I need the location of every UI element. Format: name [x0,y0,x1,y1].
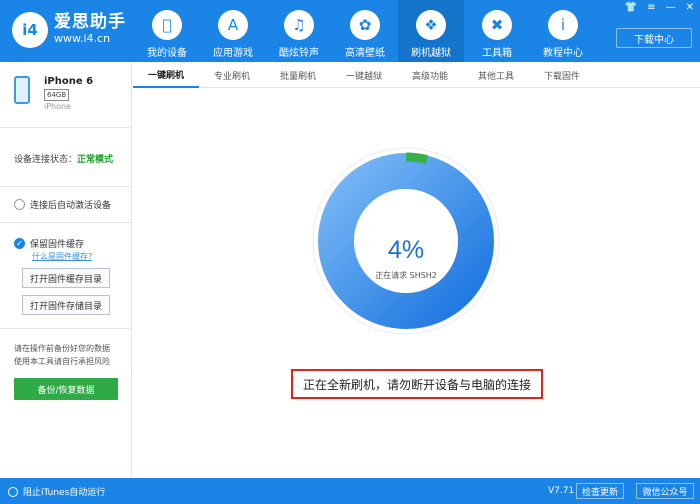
tab-advanced[interactable]: 高级功能 [397,62,463,88]
progress-arc [405,152,429,165]
phone-icon [14,76,30,104]
nav-flash-jailbreak[interactable]: ❖ 刷机越狱 [398,0,464,62]
tab-other-tools[interactable]: 其他工具 [463,62,529,88]
menu-icon[interactable]: ≡ [647,2,655,13]
apple-icon:  [152,10,182,40]
wechat-button[interactable]: 微信公众号 [636,483,694,499]
tab-pro-flash[interactable]: 专业刷机 [199,62,265,88]
nav-apps-games[interactable]: A 应用游戏 [200,0,266,62]
flower-icon: ✿ [350,10,380,40]
info-icon: i [548,10,578,40]
warning-line: 使用本工具请自行承担风险 [14,357,110,366]
bell-icon: ♫ [284,10,314,40]
status-label: 设备连接状态： [14,155,78,165]
progress-ring: 4% 正在请求 SHSH2 [311,146,501,336]
do-not-disconnect-warning: 正在全新刷机，请勿断开设备与电脑的连接 [291,369,543,399]
nav-my-device[interactable]:  我的设备 [134,0,200,62]
warning-line: 请在操作前备份好您的数据 [14,344,110,353]
what-is-cache-link[interactable]: 什么是固件缓存? [32,251,92,262]
divider [0,222,131,223]
version-label: V7.71 [548,486,575,496]
backup-restore-button[interactable]: 备份/恢复数据 [14,378,118,400]
connection-status: 设备连接状态：正常模式 [14,152,113,165]
itunes-toggle[interactable]: 阻止iTunes自动运行 [8,485,105,498]
auto-activate-option[interactable]: 连接后自动激活设备 [14,198,111,211]
keep-firmware-option[interactable]: ✓ 保留固件缓存 [14,237,84,250]
brand: 爱思助手 www.i4.cn [54,12,126,46]
dropbox-icon: ❖ [416,10,446,40]
nav-label: 酷炫铃声 [279,48,319,59]
device-type: iPhone [44,102,72,111]
progress-status: 正在请求 SHSH2 [375,271,437,280]
minimize-icon[interactable]: — [666,2,676,13]
nav-wallpapers[interactable]: ✿ 高清壁纸 [332,0,398,62]
nav-toolbox[interactable]: ✖ 工具箱 [464,0,530,62]
title-bar: i4 爱思助手 www.i4.cn  我的设备 A 应用游戏 ♫ 酷炫铃声 ✿… [0,0,700,62]
progress-percent: 4% [387,236,425,264]
status-value: 正常模式 [77,155,114,165]
nav-label: 工具箱 [482,48,512,59]
checkmark-icon[interactable]: ✓ [14,238,25,249]
divider [0,186,131,187]
device-name: iPhone 6 [44,76,94,87]
open-cache-dir-button[interactable]: 打开固件缓存目录 [22,268,110,288]
nav-tutorials[interactable]: i 教程中心 [530,0,596,62]
device-card[interactable]: iPhone 6 64GB iPhone [0,62,131,128]
tab-batch-flash[interactable]: 批量刷机 [265,62,331,88]
tab-download-firmware[interactable]: 下载固件 [529,62,595,88]
radio-icon[interactable] [14,199,25,210]
sidebar: iPhone 6 64GB iPhone 设备连接状态：正常模式 连接后自动激活… [0,62,132,478]
tab-one-click-flash[interactable]: 一键刷机 [133,62,199,88]
risk-warning: 请在操作前备份好您的数据 使用本工具请自行承担风险 [14,342,126,368]
nav-ringtones[interactable]: ♫ 酷炫铃声 [266,0,332,62]
nav-label: 教程中心 [543,48,583,59]
open-store-dir-button[interactable]: 打开固件存储目录 [22,295,110,315]
download-center-button[interactable]: 下载中心 [616,28,692,48]
keep-firmware-label: 保留固件缓存 [30,240,85,250]
itunes-toggle-label: 阻止iTunes自动运行 [23,488,106,498]
main-nav:  我的设备 A 应用游戏 ♫ 酷炫铃声 ✿ 高清壁纸 ❖ 刷机越狱 ✖ 工具箱… [134,0,596,62]
i4-logo: i4 [12,12,48,48]
device-capacity: 64GB [44,89,70,101]
divider [0,328,131,329]
skin-icon[interactable]: 👕 [625,2,637,13]
flash-tabs: 一键刷机 专业刷机 批量刷机 一键越狱 高级功能 其他工具 下载固件 [133,62,700,88]
window-controls: 👕 ≡ — ✕ [625,2,694,13]
brand-name: 爱思助手 [54,12,126,32]
app-store-icon: A [218,10,248,40]
nav-label: 高清壁纸 [345,48,385,59]
nav-label: 刷机越狱 [411,48,451,59]
status-bar: 阻止iTunes自动运行 V7.71 检查更新 微信公众号 [0,478,700,504]
tools-icon: ✖ [482,10,512,40]
close-icon[interactable]: ✕ [686,2,694,13]
brand-url: www.i4.cn [54,32,111,45]
radio-icon[interactable] [8,486,18,497]
check-update-button[interactable]: 检查更新 [576,483,624,499]
flash-panel: 4% 正在请求 SHSH2 正在全新刷机，请勿断开设备与电脑的连接 [133,88,700,478]
nav-label: 应用游戏 [213,48,253,59]
auto-activate-label: 连接后自动激活设备 [30,201,112,211]
tab-jailbreak[interactable]: 一键越狱 [331,62,397,88]
nav-label: 我的设备 [147,48,187,59]
